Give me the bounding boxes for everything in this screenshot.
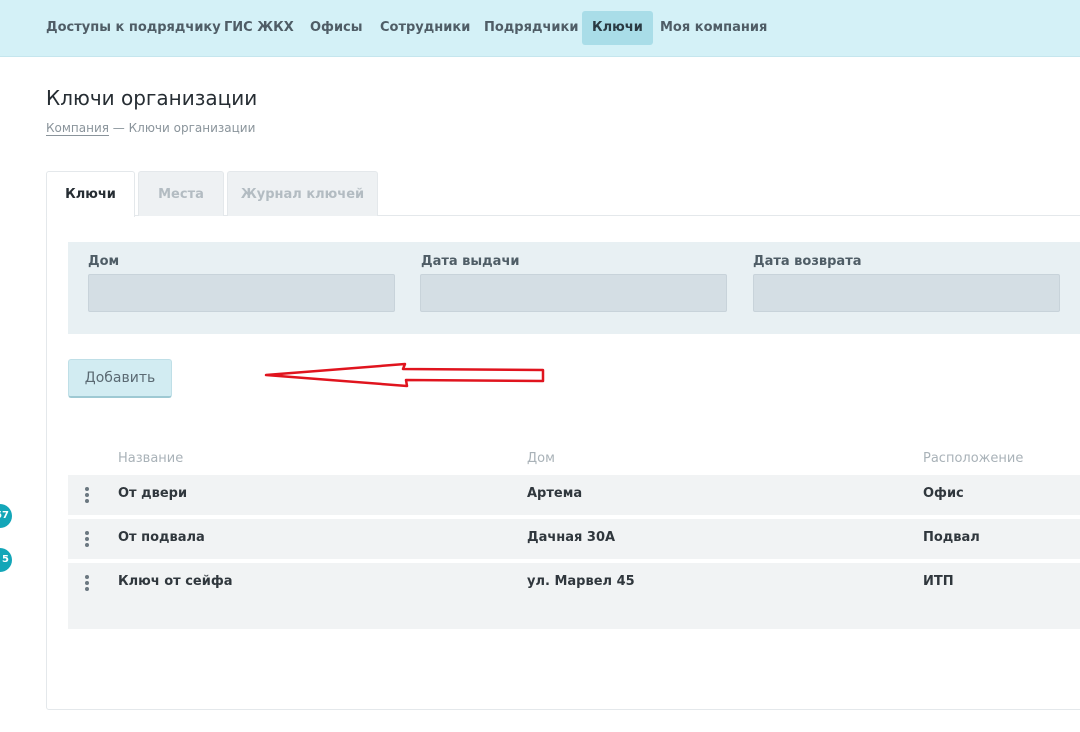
breadcrumb-separator: — (108, 121, 129, 135)
column-header-name[interactable]: Название (118, 451, 183, 466)
filter-issue-date-label: Дата выдачи (421, 254, 520, 269)
kebab-menu-icon[interactable] (84, 531, 90, 549)
nav-item-offices[interactable]: Офисы (300, 11, 373, 45)
kebab-menu-icon[interactable] (84, 575, 90, 593)
tab-keys-journal[interactable]: Журнал ключей (227, 171, 378, 216)
nav-item-contractor-access[interactable]: Доступы к подрядчику (36, 11, 231, 45)
top-navigation: Доступы к подрядчику ГИС ЖКХ Офисы Сотру… (0, 0, 1080, 57)
filter-house-input[interactable] (88, 274, 395, 312)
nav-item-employees[interactable]: Сотрудники (370, 11, 480, 45)
breadcrumb-link-company[interactable]: Компания (46, 121, 109, 135)
row-location: ИТП (923, 574, 954, 589)
table-row[interactable]: От подвала Дачная 30А Подвал (68, 519, 1080, 559)
tab-places[interactable]: Места (138, 171, 224, 216)
row-name: Ключ от сейфа (118, 574, 233, 589)
column-header-house[interactable]: Дом (527, 451, 555, 466)
side-badge[interactable]: 57 (0, 504, 12, 528)
add-button[interactable]: Добавить (68, 359, 172, 398)
row-location: Офис (923, 486, 964, 501)
tab-keys[interactable]: Ключи (46, 171, 135, 217)
filter-return-date-input[interactable] (753, 274, 1060, 312)
side-badge[interactable]: 5 (0, 548, 12, 572)
filter-issue-date-input[interactable] (420, 274, 727, 312)
row-location: Подвал (923, 530, 980, 545)
breadcrumb-current: Ключи организации (128, 121, 256, 135)
nav-item-my-company[interactable]: Моя компания (650, 11, 777, 45)
table-row[interactable]: Ключ от сейфа ул. Марвел 45 ИТП (68, 563, 1080, 629)
annotation-arrow-icon (264, 362, 545, 388)
nav-item-keys[interactable]: Ключи (582, 11, 653, 45)
row-name: От двери (118, 486, 188, 501)
row-name: От подвала (118, 530, 205, 545)
breadcrumb: Компания — Ключи организации (46, 121, 255, 135)
filter-house-label: Дом (88, 254, 120, 269)
table-row[interactable]: От двери Артема Офис (68, 475, 1080, 515)
row-house: ул. Марвел 45 (527, 574, 635, 589)
page-title: Ключи организации (46, 86, 258, 110)
column-header-location[interactable]: Расположение (923, 451, 1023, 466)
kebab-menu-icon[interactable] (84, 487, 90, 505)
nav-item-contractors[interactable]: Подрядчики (474, 11, 588, 45)
filter-return-date-label: Дата возврата (753, 254, 862, 269)
nav-item-gis-zhkh[interactable]: ГИС ЖКХ (214, 11, 304, 45)
row-house: Артема (527, 486, 583, 501)
row-house: Дачная 30А (527, 530, 616, 545)
